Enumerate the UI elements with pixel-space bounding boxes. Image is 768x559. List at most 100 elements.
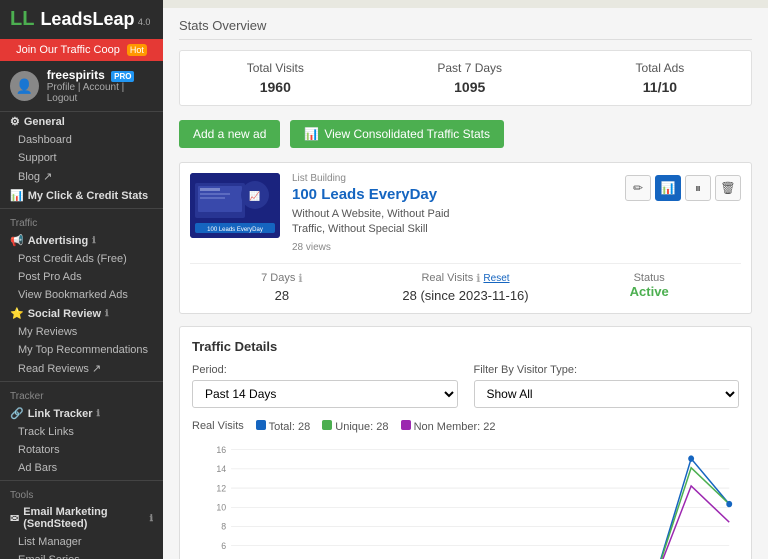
account-link[interactable]: Account	[83, 82, 119, 93]
ad-stats-row: 7 Days ℹ 28 Real Visits ℹ Reset 28 (sinc…	[190, 263, 741, 303]
sidebar-item-track-links[interactable]: Track Links	[0, 423, 163, 441]
view-traffic-button[interactable]: 📊 View Consolidated Traffic Stats	[290, 120, 504, 148]
legend-dot-total	[256, 420, 266, 430]
ad-card: 📈 100 Leads EveryDay List Building 100 L…	[179, 162, 752, 314]
profile-link[interactable]: Profile	[47, 82, 75, 93]
ad-thumbnail: 📈 100 Leads EveryDay	[190, 173, 280, 238]
sidebar-item-email-marketing[interactable]: ✉ Email Marketing (SendSteed) ℹ	[0, 503, 163, 533]
action-buttons: Add a new ad 📊 View Consolidated Traffic…	[179, 120, 752, 148]
stat-past-7-days: Past 7 Days 1095	[437, 61, 502, 95]
ad-actions: ✏ 📊 ⏸ 🗑	[625, 175, 741, 201]
click-stats-icon: 📊	[10, 189, 24, 202]
info-icon-real-visits: ℹ	[476, 272, 480, 285]
add-ad-button[interactable]: Add a new ad	[179, 120, 280, 148]
svg-text:8: 8	[221, 521, 226, 531]
ad-views: 28 views	[292, 242, 613, 253]
svg-text:📈: 📈	[249, 190, 260, 201]
sidebar-item-support[interactable]: Support	[0, 149, 163, 167]
ad-stat-real-visits: Real Visits ℹ Reset 28 (since 2023-11-16…	[374, 272, 558, 303]
period-filter-group: Period: Past 14 Days Past 7 Days Past 30…	[192, 364, 458, 408]
sidebar-item-advertising[interactable]: 📢 Advertising ℹ	[0, 231, 163, 250]
user-info: freespirits PRO Profile | Account | Logo…	[47, 68, 153, 104]
main-content: Stats Overview Total Visits 1960 Past 7 …	[163, 0, 768, 559]
link-tracker-info-icon: ℹ	[97, 408, 100, 419]
ad-info: List Building 100 Leads EveryDay Without…	[292, 173, 613, 253]
logout-link[interactable]: Logout	[47, 93, 78, 104]
advertising-icon: 📢	[10, 234, 24, 247]
email-marketing-info-icon: ℹ	[150, 513, 153, 524]
visitor-type-filter-group: Filter By Visitor Type: Show All Members…	[474, 364, 740, 408]
svg-text:10: 10	[216, 502, 226, 512]
sidebar-item-dashboard[interactable]: Dashboard	[0, 131, 163, 149]
tracker-section-label: Tracker	[0, 385, 163, 404]
legend-dot-nonmember	[401, 420, 411, 430]
pause-button[interactable]: ⏸	[685, 175, 711, 201]
delete-button[interactable]: 🗑	[715, 175, 741, 201]
sidebar-item-link-tracker[interactable]: 🔗 Link Tracker ℹ	[0, 404, 163, 423]
user-section: 👤 freespirits PRO Profile | Account | Lo…	[0, 61, 163, 112]
email-icon: ✉	[10, 512, 19, 525]
user-links: Profile | Account | Logout	[47, 82, 153, 104]
sidebar-item-my-reviews[interactable]: My Reviews	[0, 323, 163, 341]
username: freespirits PRO	[47, 68, 153, 82]
period-label: Period:	[192, 364, 458, 376]
svg-text:12: 12	[216, 483, 226, 493]
social-review-icon: ⭐	[10, 307, 24, 320]
period-select[interactable]: Past 14 Days Past 7 Days Past 30 Days	[192, 380, 458, 408]
sidebar-item-post-credit-ads[interactable]: Post Credit Ads (Free)	[0, 250, 163, 268]
sidebar-item-email-series[interactable]: Email Series	[0, 551, 163, 559]
logo-icon: LL	[10, 8, 34, 31]
social-review-info-icon: ℹ	[105, 308, 108, 319]
legend-dot-unique	[322, 420, 332, 430]
sidebar-item-click-stats[interactable]: 📊 My Click & Credit Stats	[0, 186, 163, 205]
ad-stat-7days: 7 Days ℹ 28	[190, 272, 374, 303]
stats-overview-title: Stats Overview	[179, 18, 752, 40]
stats-button[interactable]: 📊	[655, 175, 681, 201]
sidebar-item-blog[interactable]: Blog ↗	[0, 167, 163, 186]
sidebar-item-social-review[interactable]: ⭐ Social Review ℹ	[0, 304, 163, 323]
avatar: 👤	[10, 71, 39, 101]
traffic-coop-button[interactable]: Join Our Traffic Coop Hot	[0, 39, 163, 61]
sidebar-item-general[interactable]: ⚙ General	[0, 112, 163, 131]
legend-item-unique: Unique: 28	[322, 420, 388, 433]
info-icon-7days: ℹ	[298, 272, 302, 285]
sidebar-item-rotators[interactable]: Rotators	[0, 441, 163, 459]
sidebar-item-post-pro-ads[interactable]: Post Pro Ads	[0, 268, 163, 286]
logo-version: 4.0	[138, 17, 151, 27]
sidebar-item-list-manager[interactable]: List Manager	[0, 533, 163, 551]
logo-name: LeadsLeap	[40, 9, 134, 29]
reset-link[interactable]: Reset	[483, 273, 509, 284]
legend-label-real: Real Visits	[192, 420, 244, 432]
ad-7days-value: 28	[190, 288, 374, 303]
chart-svg: 16 14 12 10 8 6 4 2 0	[192, 439, 739, 559]
sidebar-item-top-recommendations[interactable]: My Top Recommendations	[0, 341, 163, 359]
sidebar: LL LeadsLeap 4.0 Join Our Traffic Coop H…	[0, 0, 163, 559]
general-icon: ⚙	[10, 115, 20, 128]
ad-title[interactable]: 100 Leads EveryDay	[292, 186, 613, 203]
sidebar-item-bookmarked-ads[interactable]: View Bookmarked Ads	[0, 286, 163, 304]
sidebar-item-ad-bars[interactable]: Ad Bars	[0, 459, 163, 477]
visitor-type-select[interactable]: Show All Members Only Non Members Only	[474, 380, 740, 408]
logo: LL LeadsLeap 4.0	[0, 0, 163, 39]
top-bar	[163, 0, 768, 8]
ad-category: List Building	[292, 173, 613, 184]
legend-item-nonmember: Non Member: 22	[401, 420, 496, 433]
ad-card-inner: 📈 100 Leads EveryDay List Building 100 L…	[190, 173, 741, 253]
tools-section-label: Tools	[0, 484, 163, 503]
filter-row: Period: Past 14 Days Past 7 Days Past 30…	[192, 364, 739, 408]
stat-total-visits: Total Visits 1960	[247, 61, 304, 95]
svg-text:100 Leads EveryDay: 100 Leads EveryDay	[207, 227, 263, 233]
legend-item-total: Total: 28	[256, 420, 310, 433]
chart-container: 16 14 12 10 8 6 4 2 0	[192, 439, 739, 559]
edit-button[interactable]: ✏	[625, 175, 651, 201]
stats-row: Total Visits 1960 Past 7 Days 1095 Total…	[179, 50, 752, 106]
traffic-details-title: Traffic Details	[192, 339, 739, 354]
ad-stat-status: Status Active	[557, 272, 741, 303]
link-tracker-icon: 🔗	[10, 407, 24, 420]
traffic-details-section: Traffic Details Period: Past 14 Days Pas…	[179, 326, 752, 559]
sidebar-item-read-reviews[interactable]: Read Reviews ↗	[0, 359, 163, 378]
stat-total-ads: Total Ads 11/10	[636, 61, 685, 95]
chart-legend: Real Visits Total: 28 Unique: 28 Non Mem…	[192, 420, 739, 433]
advertising-info-icon: ℹ	[92, 235, 95, 246]
chart-icon: 📊	[304, 127, 319, 141]
